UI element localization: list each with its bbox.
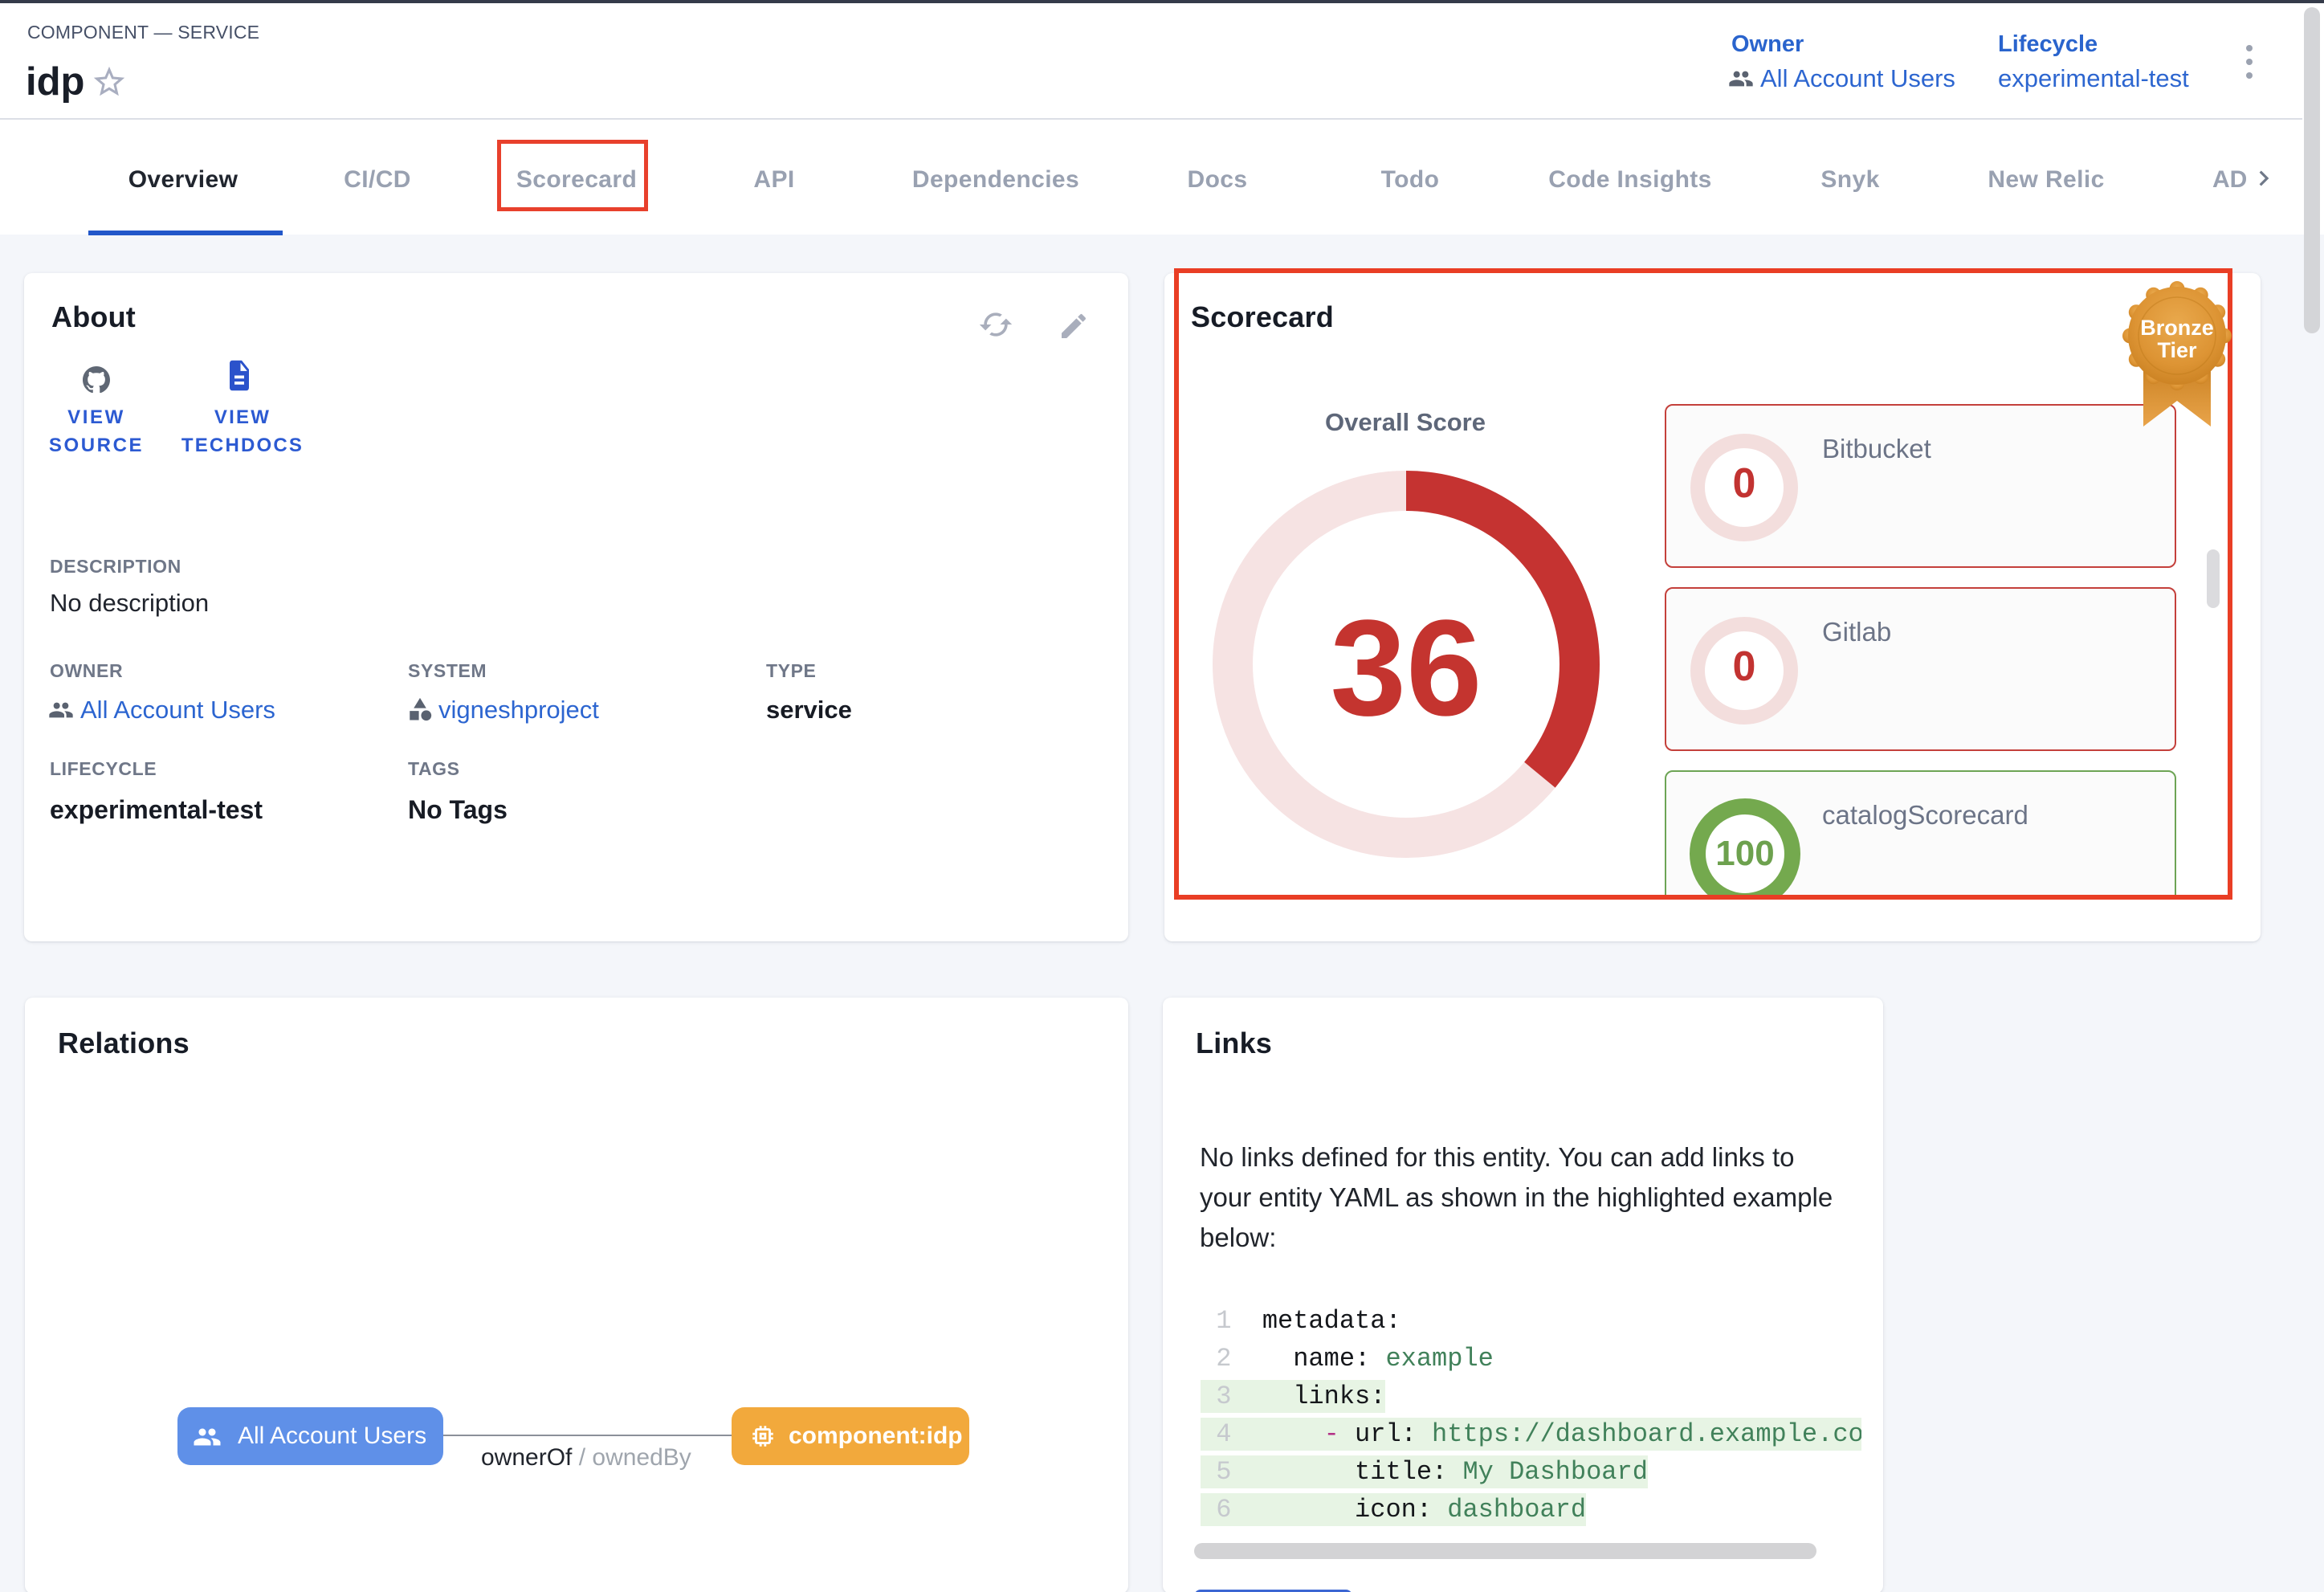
svg-text:Bronze: Bronze xyxy=(2140,316,2214,340)
svg-text:Tier: Tier xyxy=(2157,338,2197,362)
